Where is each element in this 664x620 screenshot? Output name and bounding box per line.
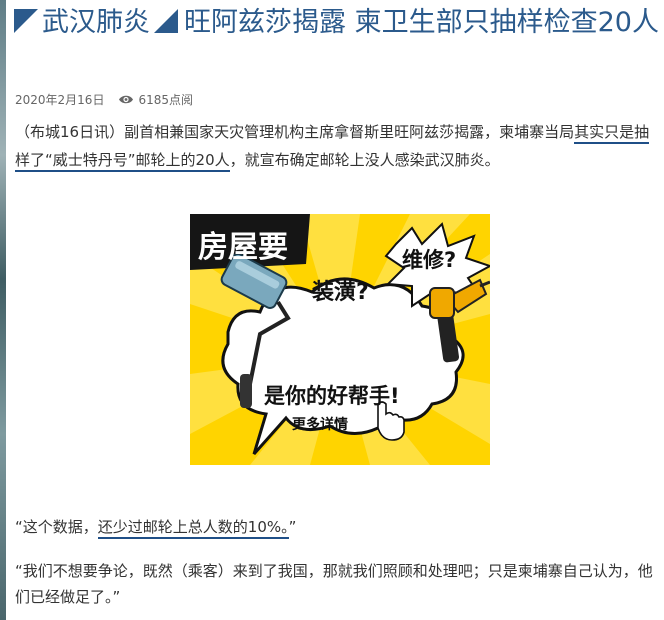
quote-paragraph: “我们不想要争论，既然（乘客）来到了我国，那就我们照顾和处理吧；只是柬埔寨自己认… (15, 562, 653, 606)
headline-text: 旺阿兹莎揭露 柬卫生部只抽样检查20人 (184, 7, 659, 38)
headline-topic: 武汉肺炎 (42, 7, 150, 38)
paragraph-text: ，就宣布确定邮轮上没人感染武汉肺炎。 (229, 151, 500, 169)
highlighted-text: 还少过邮轮上总人数的10%。 (97, 518, 289, 539)
paragraph-text: （布城16日讯）副首相兼国家天灾管理机构主席拿督斯里旺阿兹莎揭露，柬埔寨当局 (15, 123, 575, 141)
ad-tagline: 是你的好帮手! (264, 384, 400, 408)
advertisement-banner[interactable]: 房屋要 维修? 装潢? 是你的好帮手! 更多详情 (190, 214, 490, 465)
article-meta: 2020年2月16日 6185点阅 (15, 91, 193, 108)
triangle-icon (14, 9, 38, 33)
publish-date: 2020年2月16日 (15, 93, 105, 107)
view-count: 6185点阅 (138, 93, 193, 107)
quote-text: “这个数据， (15, 518, 98, 536)
quote-paragraph: “这个数据，还少过邮轮上总人数的10%。” (15, 513, 296, 541)
quote-text: ” (288, 518, 297, 536)
article-paragraph: （布城16日讯）副首相兼国家天灾管理机构主席拿督斯里旺阿兹莎揭露，柬埔寨当局其实… (15, 118, 660, 174)
ad-repair-text: 维修? (402, 248, 457, 272)
ad-decor-text: 装潢? (312, 280, 369, 305)
eye-icon (119, 95, 134, 104)
ad-headline: 房屋要 (198, 230, 288, 265)
triangle-icon (154, 9, 178, 33)
article-headline: 武汉肺炎 旺阿兹莎揭露 柬卫生部只抽样检查20人 (14, 6, 659, 40)
left-edge-background (0, 0, 6, 620)
ad-cta[interactable]: 更多详情 (292, 414, 348, 434)
